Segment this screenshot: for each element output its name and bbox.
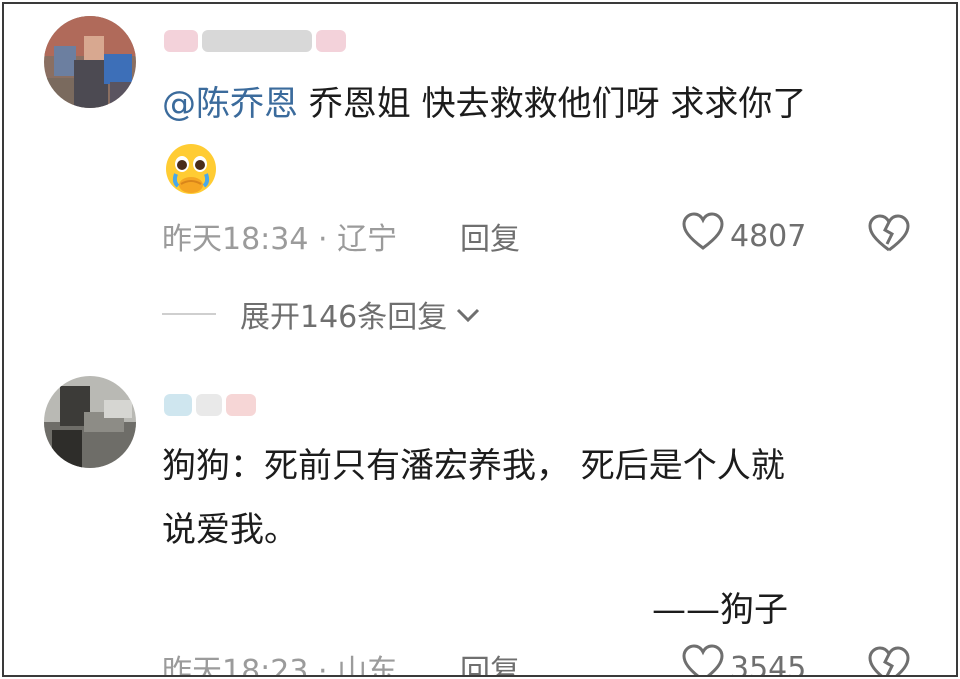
comment-line-1: 狗狗：死前只有潘宏养我， 死后是个人就: [162, 446, 785, 486]
like-button[interactable]: 4807: [682, 212, 806, 260]
username-blurred[interactable]: [164, 28, 346, 54]
comment-text: @陈乔恩 乔恩姐 快去救救他们呀 求求你了: [162, 82, 806, 126]
divider-line: [162, 313, 216, 315]
comment-list: @陈乔恩 乔恩姐 快去救救他们呀 求求你了 昨天18:34 · 辽宁 回复 48…: [2, 2, 958, 677]
comment-text: 狗狗：死前只有潘宏养我， 死后是个人就 说爱我。: [162, 444, 785, 552]
username-blurred[interactable]: [164, 392, 256, 418]
heart-outline-icon: [682, 644, 724, 675]
like-button[interactable]: 3545: [682, 644, 807, 677]
like-count: 3545: [730, 650, 807, 677]
reply-button[interactable]: 回复: [460, 646, 520, 675]
expand-replies-label: 展开146条回复: [240, 300, 448, 335]
broken-heart-icon: [868, 214, 910, 258]
like-count: 4807: [730, 218, 807, 254]
comment-meta: 昨天18:23 · 山东: [162, 654, 398, 677]
dislike-button[interactable]: [868, 646, 910, 675]
broken-heart-icon: [868, 646, 910, 675]
dislike-button[interactable]: [868, 214, 910, 258]
chevron-down-icon: [455, 297, 481, 332]
comment-line-2: 说爱我。: [162, 510, 298, 550]
heart-outline-icon: [682, 212, 724, 260]
avatar[interactable]: [44, 16, 136, 108]
avatar[interactable]: [44, 376, 136, 468]
comment-content: 乔恩姐 快去救救他们呀 求求你了: [298, 84, 807, 124]
expand-replies[interactable]: 展开146条回复: [162, 292, 481, 336]
reply-button[interactable]: 回复: [460, 214, 520, 258]
comment-signature: ——狗子: [652, 590, 788, 630]
mention-link[interactable]: @陈乔恩: [162, 84, 298, 124]
comment-item: 狗狗：死前只有潘宏养我， 死后是个人就 说爱我。 ——狗子 昨天18:23 · …: [4, 364, 956, 675]
comment-item: @陈乔恩 乔恩姐 快去救救他们呀 求求你了 昨天18:34 · 辽宁 回复 48…: [4, 4, 956, 344]
comment-meta: 昨天18:34 · 辽宁: [162, 222, 398, 257]
pleading-face-emoji: [164, 142, 218, 200]
